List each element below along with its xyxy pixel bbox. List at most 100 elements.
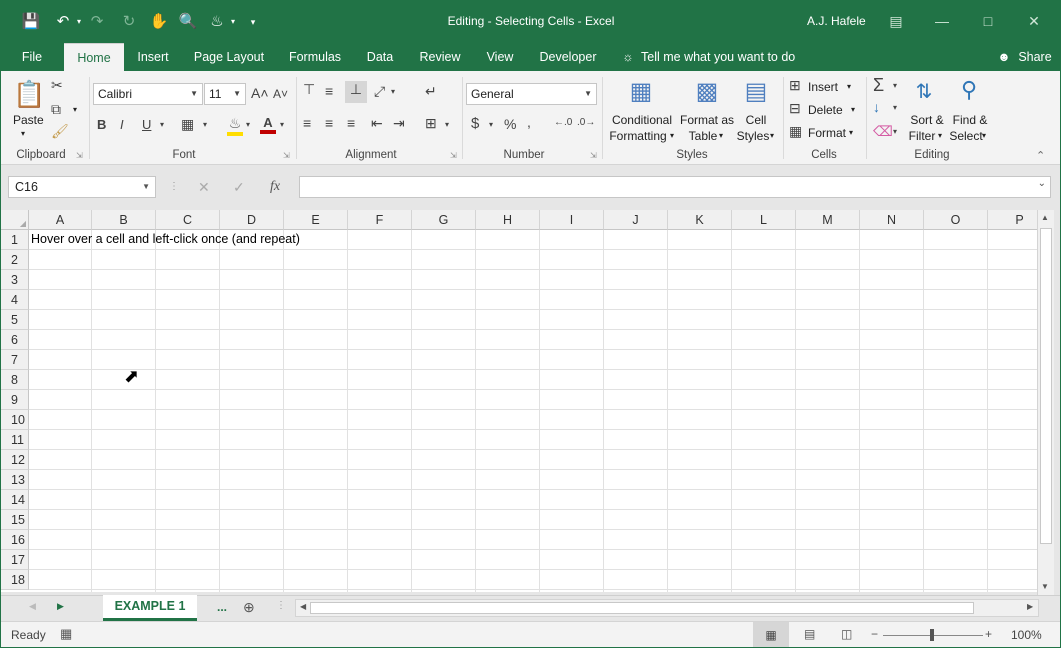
sort-filter-dropdown-icon[interactable]: ▾	[938, 131, 942, 140]
alignment-launcher-icon[interactable]: ⇲	[450, 151, 457, 160]
font-color-dropdown-icon[interactable]: ▾	[280, 120, 284, 129]
column-header-f[interactable]: F	[348, 210, 412, 230]
format-cells-label[interactable]: Format	[808, 126, 846, 140]
more-sheets-button[interactable]: ...	[217, 600, 227, 614]
align-center-icon[interactable]: ≡	[325, 115, 333, 131]
row-header-8[interactable]: 8	[1, 370, 29, 390]
tab-page-layout[interactable]: Page Layout	[187, 43, 271, 71]
clipboard-launcher-icon[interactable]: ⇲	[76, 151, 83, 160]
row-header-1[interactable]: 1	[1, 230, 29, 250]
underline-dropdown-icon[interactable]: ▾	[160, 120, 164, 129]
maximize-icon[interactable]: □	[973, 9, 1003, 33]
autosum-dropdown-icon[interactable]: ▾	[893, 81, 897, 90]
delete-dropdown-icon[interactable]: ▾	[851, 105, 855, 114]
row-header-4[interactable]: 4	[1, 290, 29, 310]
row-header-6[interactable]: 6	[1, 330, 29, 350]
row-header-18[interactable]: 18	[1, 570, 29, 590]
tab-file[interactable]: File	[11, 43, 53, 71]
insert-cells-icon[interactable]: ⊞	[789, 77, 801, 94]
tab-view[interactable]: View	[481, 43, 519, 71]
undo-dropdown-icon[interactable]: ▾	[69, 12, 89, 32]
find-select-icon[interactable]: ⚲	[953, 77, 985, 103]
merge-center-dropdown-icon[interactable]: ▾	[445, 120, 449, 129]
paste-icon[interactable]: 📋	[13, 79, 45, 111]
conditional-formatting-icon[interactable]: ▦	[625, 77, 657, 109]
percent-style-icon[interactable]: %	[504, 116, 516, 132]
decrease-font-size-icon[interactable]: A˅	[273, 87, 288, 101]
new-sheet-icon[interactable]: ⊕	[243, 599, 255, 616]
middle-align-icon[interactable]: ≡	[325, 83, 333, 99]
scroll-left-icon[interactable]: ◀	[300, 602, 306, 611]
cell-a1[interactable]: Hover over a cell and left-click once (a…	[31, 232, 300, 246]
vertical-scroll-thumb[interactable]	[1040, 228, 1052, 544]
merge-center-icon[interactable]: ⊞	[425, 115, 437, 132]
comma-style-icon[interactable]: ,	[527, 114, 531, 130]
find-select-dropdown-icon[interactable]: ▾	[982, 131, 986, 140]
insert-function-icon[interactable]: fx	[270, 179, 280, 195]
format-painter-icon[interactable]: 🖌	[51, 123, 69, 140]
orientation-icon[interactable]: ⤢	[374, 83, 385, 100]
paste-label[interactable]: Paste	[13, 113, 44, 127]
find-select-label[interactable]: Find &	[950, 113, 990, 127]
tab-home[interactable]: Home	[64, 43, 124, 71]
column-header-g[interactable]: G	[412, 210, 476, 230]
delete-cells-label[interactable]: Delete	[808, 103, 843, 117]
scroll-down-icon[interactable]: ▼	[1041, 582, 1049, 591]
find-select-label-2[interactable]: Select	[948, 129, 984, 143]
cell-styles-label[interactable]: Cell	[741, 113, 771, 127]
column-header-i[interactable]: I	[540, 210, 604, 230]
column-header-l[interactable]: L	[732, 210, 796, 230]
enter-icon[interactable]: ✓	[233, 179, 245, 196]
fill-icon[interactable]: ↓	[873, 99, 880, 115]
column-header-m[interactable]: M	[796, 210, 860, 230]
align-left-icon[interactable]: ≡	[303, 115, 311, 131]
scroll-up-icon[interactable]: ▲	[1041, 213, 1049, 222]
number-launcher-icon[interactable]: ⇲	[590, 151, 597, 160]
conditional-formatting-label-2[interactable]: Formatting	[605, 129, 671, 143]
normal-view-icon[interactable]: ▦	[753, 622, 789, 647]
decrease-decimal-icon[interactable]: .0→	[577, 117, 595, 128]
next-sheet-icon[interactable]: ▶	[57, 601, 64, 612]
row-header-15[interactable]: 15	[1, 510, 29, 530]
repeat-icon[interactable]: ↻	[119, 12, 139, 32]
row-header-10[interactable]: 10	[1, 410, 29, 430]
zoom-out-icon[interactable]: −	[871, 627, 878, 641]
cut-icon[interactable]: ✂	[51, 77, 63, 94]
tab-insert[interactable]: Insert	[131, 43, 175, 71]
row-header-5[interactable]: 5	[1, 310, 29, 330]
row-header-2[interactable]: 2	[1, 250, 29, 270]
increase-indent-icon[interactable]: ⇥	[393, 115, 405, 132]
row-header-12[interactable]: 12	[1, 450, 29, 470]
share-person-icon[interactable]: ☻	[996, 43, 1012, 71]
underline-icon[interactable]: U	[142, 117, 151, 132]
zoom-in-icon[interactable]: +	[985, 627, 992, 641]
row-header-7[interactable]: 7	[1, 350, 29, 370]
sort-filter-icon[interactable]: ⇅	[909, 79, 939, 104]
copy-dropdown-icon[interactable]: ▾	[73, 105, 77, 114]
print-preview-icon[interactable]: 🔍	[178, 12, 198, 32]
font-color-icon[interactable]: A	[260, 115, 276, 134]
row-header-14[interactable]: 14	[1, 490, 29, 510]
ribbon-display-options-icon[interactable]: ▤	[881, 9, 911, 33]
row-header-9[interactable]: 9	[1, 390, 29, 410]
decrease-indent-icon[interactable]: ⇤	[371, 115, 383, 132]
row-header-3[interactable]: 3	[1, 270, 29, 290]
increase-decimal-icon[interactable]: ←.0	[554, 117, 572, 128]
vertical-scrollbar[interactable]: ▲ ▼	[1037, 210, 1054, 596]
column-header-e[interactable]: E	[284, 210, 348, 230]
format-as-table-dropdown-icon[interactable]: ▾	[719, 131, 723, 140]
horizontal-scrollbar[interactable]: ◀ ▶	[295, 599, 1039, 617]
autosum-icon[interactable]: Σ	[873, 75, 884, 96]
minimize-icon[interactable]: —	[927, 9, 957, 33]
fill-dropdown-icon[interactable]: ▾	[893, 103, 897, 112]
chevron-down-icon[interactable]: ▼	[142, 177, 150, 197]
font-name-select[interactable]: Calibri ▼	[93, 83, 203, 105]
zoom-level[interactable]: 100%	[1011, 628, 1042, 642]
share-button[interactable]: Share	[1015, 43, 1055, 71]
cell-styles-icon[interactable]: ▤	[741, 77, 771, 109]
column-header-b[interactable]: B	[92, 210, 156, 230]
expand-formula-bar-icon[interactable]: ⌄	[1038, 178, 1046, 189]
clear-dropdown-icon[interactable]: ▾	[893, 127, 897, 136]
column-header-a[interactable]: A	[29, 210, 92, 230]
page-layout-view-icon[interactable]: ▤	[804, 627, 815, 641]
